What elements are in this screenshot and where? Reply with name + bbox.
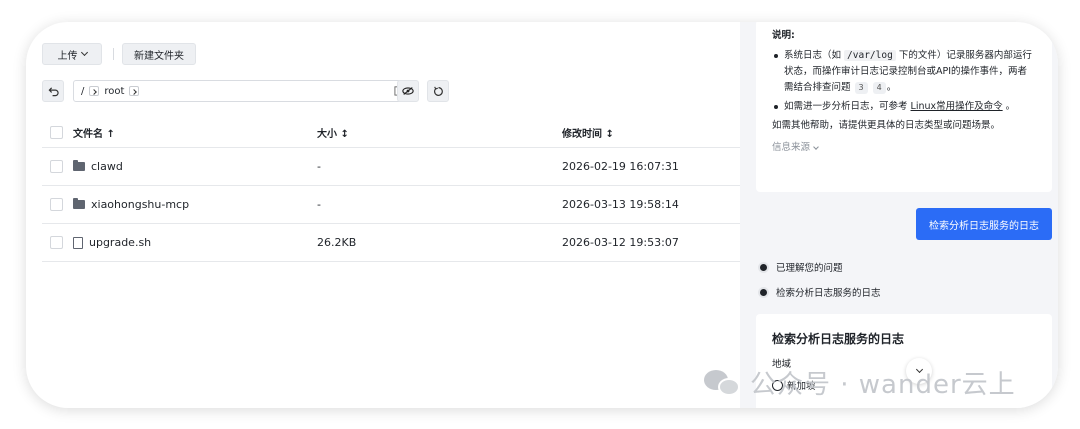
file-browser: 上传 新建文件夹 / root 文件名 ↑ 大小 ↕ 修改时间 ↕ clawd …	[26, 22, 746, 408]
reference-badge[interactable]: 4	[872, 82, 886, 94]
file-table: 文件名 ↑ 大小 ↕ 修改时间 ↕ clawd - 2026-02-19 16:…	[42, 118, 746, 262]
chevron-down-icon	[813, 143, 819, 150]
wechat-icon	[704, 368, 742, 398]
bullet-text: 如需进一步分析日志，可参考	[784, 101, 911, 112]
toggle-hidden-button[interactable]	[397, 80, 419, 102]
watermark: 公众号 · wander云上	[704, 364, 1016, 401]
back-arrow-icon	[48, 86, 59, 96]
file-icon	[73, 236, 83, 249]
step-label: 已理解您的问题	[776, 263, 843, 274]
step-label: 检索分析日志服务的日志	[776, 288, 881, 299]
file-size: -	[317, 198, 321, 211]
file-name[interactable]: upgrade.sh	[89, 236, 151, 249]
row-checkbox[interactable]	[50, 236, 63, 249]
table-row[interactable]: xiaohongshu-mcp - 2026-03-13 19:58:14	[42, 186, 746, 224]
col-modified-header[interactable]: 修改时间 ↕	[562, 125, 614, 140]
doc-link[interactable]: Linux常用操作及命令	[911, 101, 1003, 112]
upload-label: 上传	[57, 50, 78, 62]
tool-card-title: 检索分析日志服务的日志	[772, 332, 905, 346]
file-modified: 2026-03-12 19:53:07	[562, 236, 679, 249]
assistant-panel: 说明: 系统日志（如 /var/log 下的文件）记录服务器内部运行状态，而操作…	[740, 22, 1058, 408]
file-size: 26.2KB	[317, 236, 357, 249]
bullet-text: 。	[1002, 101, 1016, 112]
inline-code: /var/log	[844, 50, 896, 61]
row-checkbox[interactable]	[50, 198, 63, 211]
answer-title: 说明:	[772, 30, 795, 41]
file-modified: 2026-02-19 16:07:31	[562, 160, 679, 173]
folder-icon	[73, 160, 85, 171]
source-label: 信息来源	[772, 142, 811, 153]
file-modified: 2026-03-13 19:58:14	[562, 198, 679, 211]
bullet-text: 。	[886, 82, 897, 93]
progress-step: 检索分析日志服务的日志	[760, 285, 881, 299]
watermark-text: 公众号 · wander云上	[750, 370, 1016, 400]
col-size-header[interactable]: 大小 ↕	[317, 125, 349, 140]
answer-bullet: 系统日志（如 /var/log 下的文件）记录服务器内部运行状态，而操作审计日志…	[772, 48, 1036, 96]
select-all-checkbox[interactable]	[50, 126, 63, 139]
search-logs-button[interactable]: 检索分析日志服务的日志	[916, 208, 1052, 240]
upload-button[interactable]: 上传	[42, 43, 102, 65]
window-frame: 上传 新建文件夹 / root 文件名 ↑ 大小 ↕ 修改时间 ↕ clawd …	[26, 22, 1058, 408]
help-text: 如需其他帮助，请提供更具体的日志类型或问题场景。	[772, 120, 1001, 131]
answer-bullet: 如需进一步分析日志，可参考 Linux常用操作及命令 。	[772, 99, 1036, 115]
path-segment-root[interactable]: root	[104, 86, 124, 97]
chevron-right-icon[interactable]	[89, 86, 100, 96]
reference-badge[interactable]: 3	[854, 82, 868, 94]
table-row[interactable]: clawd - 2026-02-19 16:07:31	[42, 148, 746, 186]
step-dot-icon	[760, 288, 767, 296]
new-folder-button[interactable]: 新建文件夹	[122, 43, 196, 65]
file-name[interactable]: xiaohongshu-mcp	[91, 198, 189, 211]
file-size: -	[317, 160, 321, 173]
answer-card: 说明: 系统日志（如 /var/log 下的文件）记录服务器内部运行状态，而操作…	[756, 22, 1052, 192]
step-dot-icon	[760, 263, 767, 271]
refresh-button[interactable]	[427, 80, 449, 102]
source-toggle[interactable]: 信息来源	[772, 140, 1036, 156]
table-row[interactable]: upgrade.sh 26.2KB 2026-03-12 19:53:07	[42, 224, 746, 262]
refresh-icon	[433, 86, 443, 96]
bullet-text: 系统日志（如	[784, 50, 845, 61]
row-checkbox[interactable]	[50, 160, 63, 173]
col-name-header[interactable]: 文件名 ↑	[73, 125, 115, 140]
toolbar-divider	[113, 48, 114, 60]
path-root[interactable]: /	[81, 86, 84, 97]
table-header: 文件名 ↑ 大小 ↕ 修改时间 ↕	[42, 118, 746, 148]
folder-icon	[73, 198, 85, 209]
back-button[interactable]	[42, 80, 64, 102]
progress-step: 已理解您的问题	[760, 260, 843, 274]
path-bar[interactable]: / root	[73, 80, 414, 102]
chevron-down-icon	[80, 48, 88, 57]
eye-off-icon	[402, 87, 414, 95]
chevron-right-icon[interactable]	[129, 86, 140, 96]
file-name[interactable]: clawd	[91, 160, 123, 173]
